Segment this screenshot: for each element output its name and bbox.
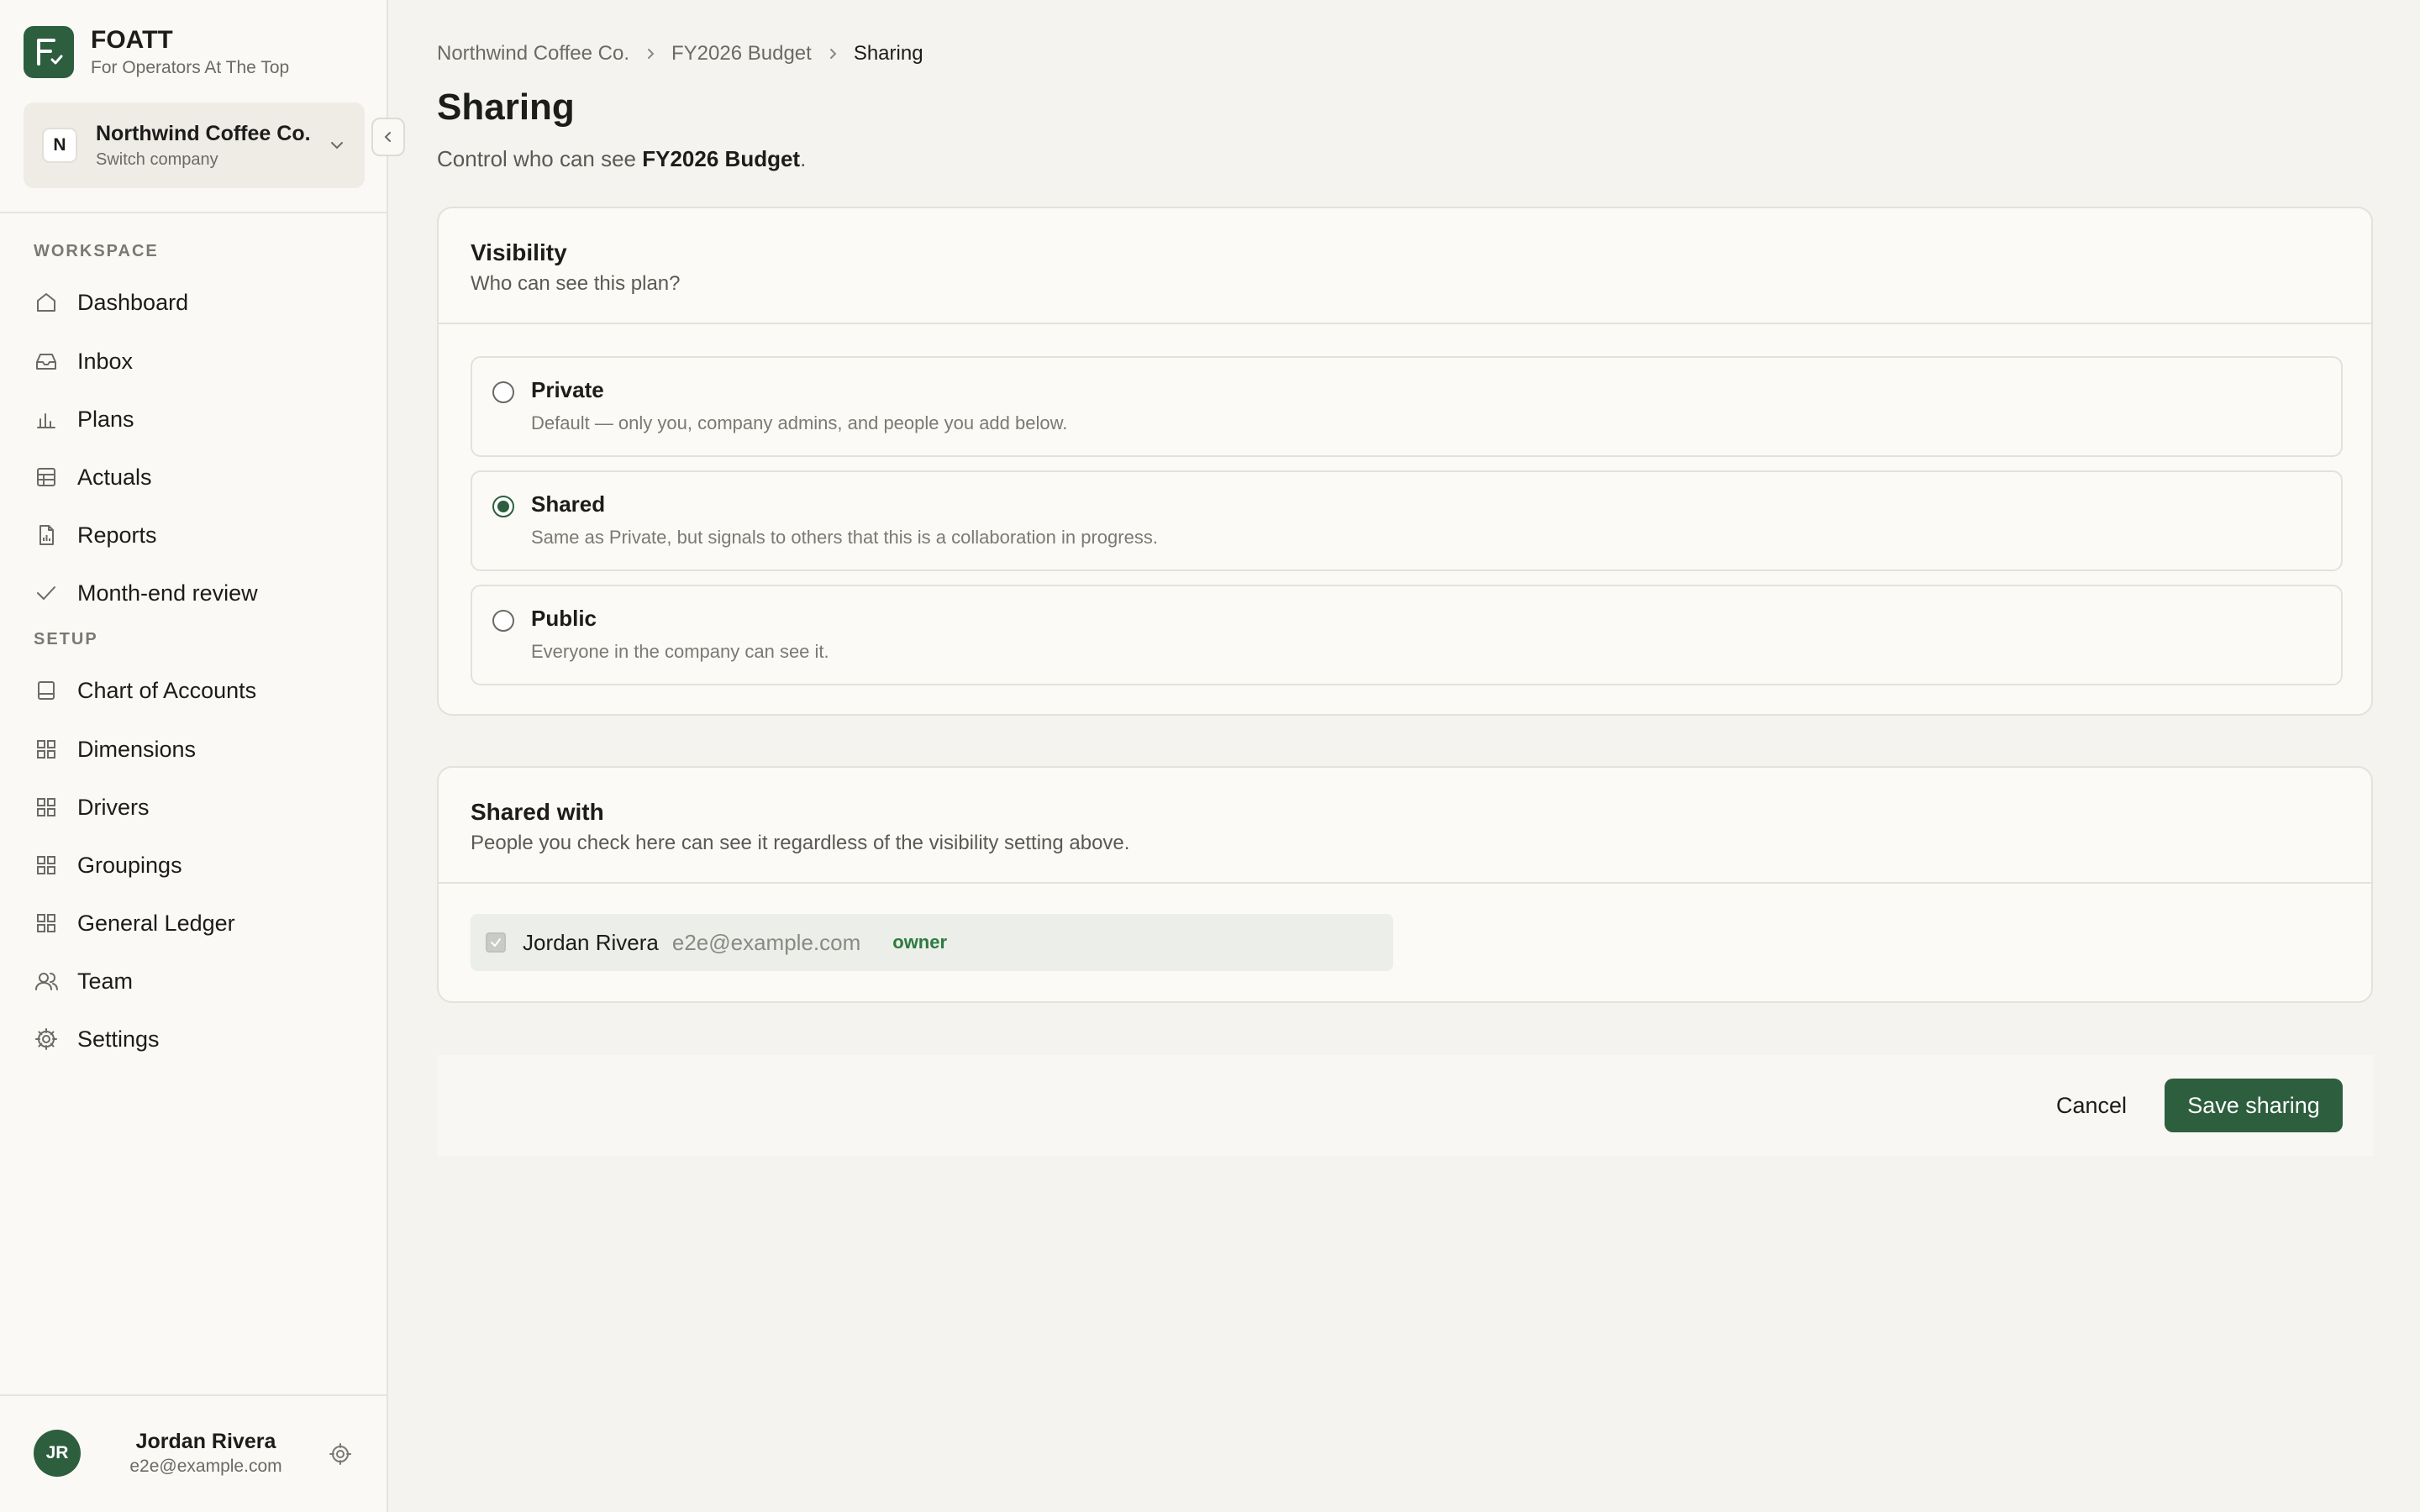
sidebar-item-label: Dimensions bbox=[77, 736, 197, 762]
report-icon bbox=[39, 525, 54, 545]
sidebar-item-settings[interactable]: Settings bbox=[34, 1016, 361, 1063]
member-name: Jordan Rivera bbox=[523, 929, 659, 955]
brand-tagline: For Operators At The Top bbox=[91, 58, 290, 77]
member-checkbox[interactable] bbox=[486, 932, 506, 953]
company-badge: N bbox=[42, 128, 77, 163]
option-label: Private bbox=[531, 377, 604, 402]
company-subtitle: Switch company bbox=[96, 150, 218, 169]
gear-icon bbox=[35, 1028, 57, 1050]
page-description-prefix: Control who can see bbox=[437, 146, 643, 171]
breadcrumb-current: Sharing bbox=[853, 42, 923, 65]
sidebar-item-label: Drivers bbox=[77, 794, 150, 820]
user-email: e2e@example.com bbox=[129, 1457, 282, 1476]
sidebar-item-plans[interactable]: Plans bbox=[34, 396, 361, 443]
sidebar-item-label: Team bbox=[77, 968, 134, 994]
sidebar-item-inbox[interactable]: Inbox bbox=[34, 338, 361, 385]
users-icon bbox=[35, 973, 58, 990]
company-name: Northwind Coffee Co. bbox=[96, 122, 311, 145]
nav-section-workspace: WORKSPACE bbox=[34, 242, 159, 260]
member-role-badge: owner bbox=[892, 932, 948, 953]
sidebar: FOATT For Operators At The Top N Northwi… bbox=[0, 0, 405, 1512]
check-icon bbox=[491, 938, 501, 948]
member-email: e2e@example.com bbox=[671, 929, 861, 955]
visibility-card-header: Visibility Who can see this plan? bbox=[439, 208, 2371, 324]
sidebar-item-label: Reports bbox=[77, 522, 157, 548]
sidebar-item-drivers[interactable]: Drivers bbox=[34, 784, 361, 831]
grid-icon bbox=[37, 740, 55, 759]
shared-with-card-header: Shared with People you check here can se… bbox=[439, 768, 2371, 884]
visibility-subtitle: Who can see this plan? bbox=[471, 272, 681, 295]
save-sharing-button[interactable]: Save sharing bbox=[2165, 1079, 2343, 1132]
visibility-card: Visibility Who can see this plan? Privat… bbox=[437, 207, 2373, 716]
sidebar-divider bbox=[0, 212, 387, 213]
sidebar-item-groupings[interactable]: Groupings bbox=[34, 842, 361, 889]
option-label: Public bbox=[531, 606, 597, 631]
user-settings-gear-icon[interactable] bbox=[328, 1441, 353, 1467]
chevron-left-icon bbox=[384, 132, 391, 142]
chevron-down-icon bbox=[331, 142, 343, 150]
table-icon bbox=[37, 468, 55, 486]
sidebar-item-team[interactable]: Team bbox=[34, 958, 361, 1005]
member-row: Jordan Rivera e2e@example.com owner bbox=[471, 914, 1393, 971]
sidebar-item-dimensions[interactable]: Dimensions bbox=[34, 726, 361, 773]
sidebar-item-label: Month-end review bbox=[77, 580, 258, 606]
sidebar-item-label: Groupings bbox=[77, 852, 182, 878]
grid-icon bbox=[37, 856, 55, 874]
option-description: Everyone in the company can see it. bbox=[531, 641, 829, 662]
sidebar-item-label: Settings bbox=[77, 1026, 160, 1052]
chevron-right-icon bbox=[829, 49, 837, 59]
radio-public[interactable] bbox=[492, 610, 514, 632]
sidebar-item-label: Plans bbox=[77, 406, 134, 432]
visibility-option-shared[interactable]: Shared Same as Private, but signals to o… bbox=[471, 470, 2343, 571]
bar-chart-icon bbox=[37, 413, 55, 428]
cancel-button[interactable]: Cancel bbox=[2032, 1079, 2151, 1132]
sidebar-footer-divider bbox=[0, 1394, 387, 1396]
brand[interactable]: FOATT For Operators At The Top bbox=[24, 25, 289, 79]
grid-icon bbox=[37, 798, 55, 816]
sidebar-item-reports[interactable]: Reports bbox=[34, 512, 361, 559]
shared-with-title: Shared with bbox=[471, 799, 604, 825]
breadcrumb-plan[interactable]: FY2026 Budget bbox=[671, 42, 812, 66]
check-icon bbox=[37, 586, 55, 600]
visibility-option-private[interactable]: Private Default — only you, company admi… bbox=[471, 356, 2343, 457]
collapse-sidebar-button[interactable] bbox=[371, 118, 405, 156]
shared-with-subtitle: People you check here can see it regardl… bbox=[471, 832, 1130, 854]
shared-with-card: Shared with People you check here can se… bbox=[437, 766, 2373, 1003]
sidebar-item-actuals[interactable]: Actuals bbox=[34, 454, 361, 501]
user-name: Jordan Rivera bbox=[135, 1430, 276, 1453]
sidebar-item-label: Actuals bbox=[77, 464, 152, 490]
sidebar-item-month-end-review[interactable]: Month-end review bbox=[34, 570, 361, 617]
breadcrumb: Northwind Coffee Co. FY2026 Budget Shari… bbox=[437, 42, 923, 66]
option-label: Shared bbox=[531, 491, 606, 517]
visibility-title: Visibility bbox=[471, 239, 567, 265]
radio-private[interactable] bbox=[492, 381, 514, 403]
sidebar-item-chart-of-accounts[interactable]: Chart of Accounts bbox=[34, 667, 361, 714]
brand-name: FOATT bbox=[91, 26, 173, 54]
option-description: Default — only you, company admins, and … bbox=[531, 412, 1068, 433]
radio-shared[interactable] bbox=[492, 496, 514, 517]
sidebar-item-label: General Ledger bbox=[77, 910, 235, 936]
nav-section-setup: SETUP bbox=[34, 630, 98, 648]
sidebar-item-label: Inbox bbox=[77, 348, 134, 374]
sidebar-item-label: Chart of Accounts bbox=[77, 677, 257, 703]
sidebar-item-label: Dashboard bbox=[77, 289, 189, 315]
book-icon bbox=[38, 681, 55, 700]
sidebar-item-dashboard[interactable]: Dashboard bbox=[34, 279, 361, 326]
company-switcher[interactable]: N Northwind Coffee Co. Switch company bbox=[24, 102, 365, 188]
page-description: Control who can see FY2026 Budget. bbox=[437, 144, 806, 173]
visibility-option-public[interactable]: Public Everyone in the company can see i… bbox=[471, 585, 2343, 685]
home-icon bbox=[37, 293, 55, 312]
avatar[interactable]: JR bbox=[34, 1430, 81, 1477]
page-description-plan: FY2026 Budget bbox=[642, 146, 801, 171]
page-description-suffix: . bbox=[800, 146, 807, 171]
sidebar-item-general-ledger[interactable]: General Ledger bbox=[34, 900, 361, 947]
chevron-right-icon bbox=[648, 49, 655, 59]
grid-icon bbox=[37, 914, 55, 932]
brand-logo-icon bbox=[24, 26, 74, 78]
breadcrumb-company[interactable]: Northwind Coffee Co. bbox=[437, 42, 629, 66]
page-title: Sharing bbox=[437, 87, 575, 128]
inbox-icon bbox=[36, 354, 56, 370]
option-description: Same as Private, but signals to others t… bbox=[531, 527, 1158, 548]
user-info: Jordan Rivera e2e@example.com bbox=[101, 1428, 311, 1478]
